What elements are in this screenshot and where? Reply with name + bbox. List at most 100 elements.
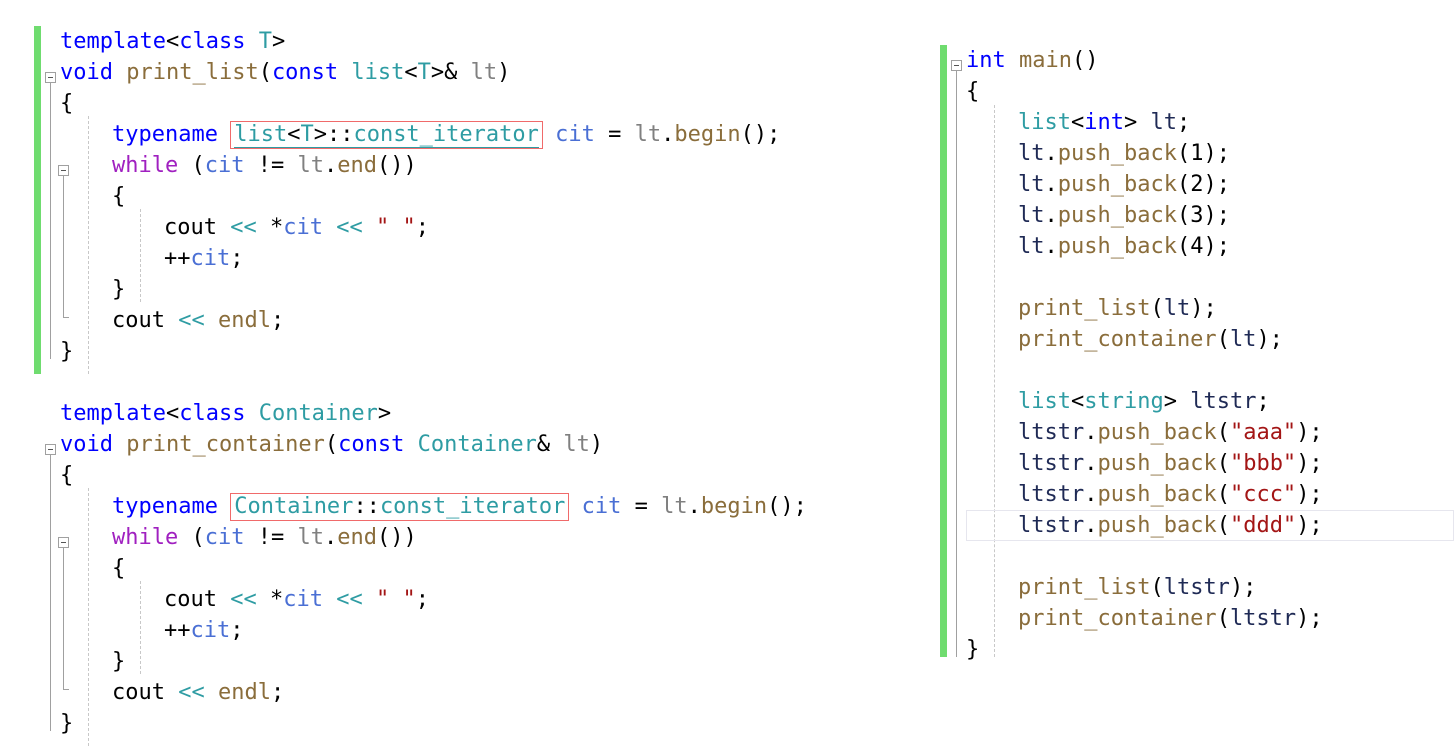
code-line[interactable]: while (cit != lt.end()) <box>34 522 934 553</box>
code-line[interactable]: print_list(lt); <box>940 293 1454 324</box>
code-token: * <box>256 215 284 240</box>
editor-pane-left[interactable]: template<class T> void print_list(const l… <box>34 0 934 754</box>
code-token: ltstr <box>1229 606 1297 631</box>
code-line[interactable]: { <box>34 88 934 119</box>
code-token: void <box>60 60 113 85</box>
code-lines[interactable]: template<class T> void print_list(const l… <box>34 26 934 367</box>
code-line[interactable]: ++cit; <box>34 243 934 274</box>
code-line[interactable]: print_container(lt); <box>940 324 1454 355</box>
code-token: } <box>966 637 980 662</box>
code-token: "bbb" <box>1229 451 1297 476</box>
code-line[interactable]: } <box>34 708 934 739</box>
code-token: print_list <box>1018 296 1151 321</box>
code-line[interactable]: ltstr.push_back("bbb"); <box>940 448 1454 479</box>
code-line-text: ltstr.push_back("ddd"); <box>940 510 1323 541</box>
code-token: 2 <box>1190 172 1204 197</box>
code-block-print-container[interactable]: template<class Container> void print_cont… <box>34 398 934 746</box>
code-token: } <box>60 339 74 364</box>
code-line[interactable]: list<int> lt; <box>940 107 1454 138</box>
code-line[interactable]: } <box>34 646 934 677</box>
code-block-main[interactable]: int main(){list<int> lt; lt.push_back(1);… <box>940 45 1454 665</box>
code-line[interactable]: { <box>34 460 934 491</box>
code-line[interactable]: cout << endl; <box>34 677 934 708</box>
code-line-text: typename Container::const_iterator cit =… <box>34 491 807 522</box>
code-token: lt <box>1150 110 1177 135</box>
error-highlight-box[interactable]: list<T>::const_iterator <box>230 121 543 149</box>
code-token: . <box>661 122 675 147</box>
code-line[interactable]: lt.push_back(2); <box>940 169 1454 200</box>
code-line[interactable]: void print_list(const list<T>& lt) <box>34 57 934 88</box>
code-token: cit <box>283 215 323 240</box>
code-line[interactable]: lt.push_back(1); <box>940 138 1454 169</box>
code-line[interactable]: list<string> ltstr; <box>940 386 1454 417</box>
code-token: < <box>404 60 418 85</box>
code-line[interactable]: ++cit; <box>34 615 934 646</box>
code-line[interactable]: ltstr.push_back("aaa"); <box>940 417 1454 448</box>
code-line[interactable]: { <box>34 553 934 584</box>
code-token: ; <box>270 680 285 705</box>
code-line[interactable]: cout << *cit << " "; <box>34 212 934 243</box>
code-line[interactable]: template<class Container> <box>34 398 934 429</box>
code-line[interactable]: { <box>34 181 934 212</box>
code-line[interactable] <box>940 262 1454 293</box>
code-line[interactable]: ltstr.push_back("ddd"); <box>940 510 1454 541</box>
code-line[interactable] <box>940 541 1454 572</box>
code-line[interactable]: } <box>940 634 1454 665</box>
code-line[interactable]: ltstr.push_back("ccc"); <box>940 479 1454 510</box>
code-line[interactable]: } <box>34 336 934 367</box>
code-line[interactable]: lt.push_back(3); <box>940 200 1454 231</box>
code-token: lt <box>634 122 662 147</box>
code-line[interactable] <box>940 355 1454 386</box>
code-token: & <box>444 60 471 85</box>
code-line[interactable]: print_list(ltstr); <box>940 572 1454 603</box>
code-token: end <box>337 153 377 178</box>
code-token: ( <box>1176 172 1191 197</box>
code-line[interactable]: int main() <box>940 45 1454 76</box>
code-line[interactable]: cout << *cit << " "; <box>34 584 934 615</box>
code-line[interactable]: print_container(ltstr); <box>940 603 1454 634</box>
code-line[interactable]: typename list<T>::const_iterator cit = l… <box>34 119 934 150</box>
code-token: . <box>323 153 338 178</box>
code-token: (); <box>767 494 807 519</box>
code-line-text: typename list<T>::const_iterator cit = l… <box>34 119 780 150</box>
code-line[interactable]: template<class T> <box>34 26 934 57</box>
code-block-print-list[interactable]: template<class T> void print_list(const l… <box>34 26 934 374</box>
code-line[interactable]: } <box>34 274 934 305</box>
code-token: " " <box>375 587 416 612</box>
editor-pane-right[interactable]: int main(){list<int> lt; lt.push_back(1);… <box>940 0 1454 754</box>
code-line-text: void print_list(const list<T>& lt) <box>34 57 510 88</box>
code-line[interactable]: cout << endl; <box>34 305 934 336</box>
code-token: lt <box>1163 296 1191 321</box>
code-token: lt <box>1018 141 1045 166</box>
code-line[interactable]: void print_container(const Container& lt… <box>34 429 934 460</box>
code-line[interactable]: { <box>940 76 1454 107</box>
code-line-text: { <box>34 553 125 584</box>
code-line-text: cout << endl; <box>34 305 284 336</box>
code-token: push_back <box>1057 234 1177 259</box>
code-lines[interactable]: int main(){list<int> lt; lt.push_back(1);… <box>940 45 1454 665</box>
code-token: ; <box>1176 110 1191 135</box>
code-token: cit <box>581 494 622 519</box>
code-token: " " <box>375 215 416 240</box>
code-token: () <box>1071 48 1099 73</box>
error-highlight-box[interactable]: Container::const_iterator <box>230 493 570 521</box>
code-token: < <box>1070 389 1085 414</box>
code-token: > <box>271 29 286 54</box>
code-lines[interactable]: template<class Container> void print_cont… <box>34 398 934 739</box>
code-line[interactable]: typename Container::const_iterator cit =… <box>34 491 934 522</box>
code-token: . <box>687 494 701 519</box>
code-token: . <box>1044 172 1058 197</box>
code-line[interactable]: lt.push_back(4); <box>940 231 1454 262</box>
code-token: ); <box>1203 234 1230 259</box>
code-token: class <box>179 29 246 54</box>
code-token: lt <box>297 153 324 178</box>
code-line[interactable]: while (cit != lt.end()) <box>34 150 934 181</box>
